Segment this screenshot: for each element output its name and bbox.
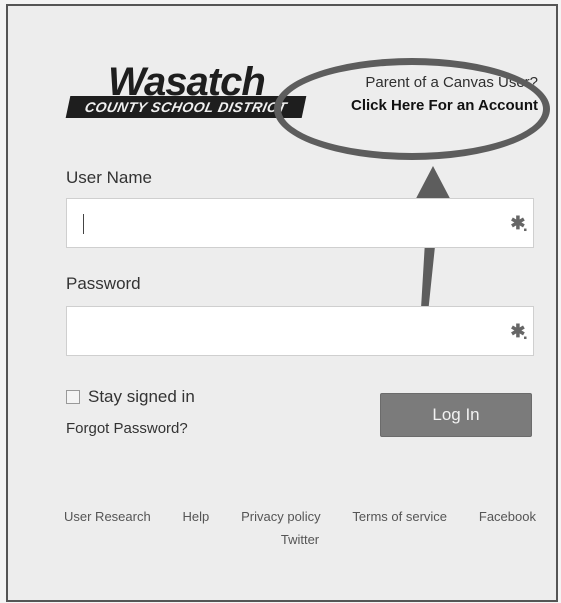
forgot-password-link[interactable]: Forgot Password? (66, 420, 188, 437)
username-input[interactable]: ✱▪ (66, 198, 534, 248)
key-icon: ✱▪ (510, 321, 527, 344)
footer-link[interactable]: Facebook (479, 509, 536, 524)
footer-link-twitter[interactable]: Twitter (281, 532, 319, 547)
footer-link[interactable]: Terms of service (352, 509, 447, 524)
login-panel: Wasatch COUNTY SCHOOL DISTRICT Parent of… (6, 4, 558, 602)
stay-signed-in-label: Stay signed in (88, 387, 195, 406)
login-button[interactable]: Log In (380, 393, 532, 437)
text-caret (83, 214, 84, 234)
logo-bar: COUNTY SCHOOL DISTRICT (65, 96, 307, 118)
username-label: User Name (66, 168, 152, 187)
stay-signed-in[interactable]: Stay signed in (66, 387, 195, 407)
highlight-oval (274, 58, 550, 160)
footer-link[interactable]: Privacy policy (241, 509, 320, 524)
key-icon: ✱▪ (510, 213, 527, 236)
footer-links: User Research Help Privacy policy Terms … (64, 509, 536, 547)
password-label: Password (66, 274, 141, 293)
footer-link[interactable]: Help (183, 509, 210, 524)
password-input[interactable]: ✱▪ (66, 306, 534, 356)
stay-signed-in-checkbox[interactable] (66, 390, 80, 404)
footer-link[interactable]: User Research (64, 509, 151, 524)
